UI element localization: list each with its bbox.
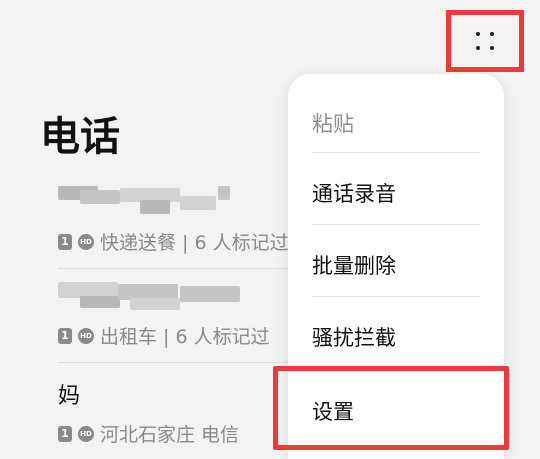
- more-dots-icon: [476, 32, 494, 50]
- menu-item-batch-delete[interactable]: 批量删除: [312, 250, 396, 280]
- list-divider: [58, 362, 290, 363]
- hd-call-icon: HD: [78, 233, 94, 250]
- settings-highlight-box: [273, 366, 509, 450]
- menu-divider: [312, 224, 480, 225]
- menu-item-harassment-block[interactable]: 骚扰拦截: [312, 322, 396, 352]
- menu-divider: [312, 152, 480, 153]
- menu-item-call-recording[interactable]: 通话录音: [312, 178, 396, 208]
- page-title: 电话: [40, 114, 120, 160]
- sim-card-icon: 1: [58, 233, 72, 250]
- contact-name: 妈: [58, 384, 81, 409]
- sim-card-icon: 1: [58, 327, 72, 344]
- menu-divider: [312, 296, 480, 297]
- entry-subtitle: 1 HD 快递送餐 | 6 人标记过: [58, 228, 289, 255]
- entry-description: 河北石家庄 电信: [100, 424, 240, 446]
- more-options-button[interactable]: [446, 10, 524, 72]
- hd-call-icon: HD: [78, 327, 94, 344]
- entry-description: 快递送餐 | 6 人标记过: [100, 232, 289, 254]
- menu-item-paste[interactable]: 粘贴: [312, 108, 354, 138]
- sim-card-icon: 1: [58, 425, 72, 442]
- entry-subtitle: 1 HD 河北石家庄 电信: [58, 420, 239, 447]
- entry-subtitle: 1 HD 出租车 | 6 人标记过: [58, 322, 270, 349]
- hd-call-icon: HD: [78, 425, 94, 442]
- entry-description: 出租车 | 6 人标记过: [100, 326, 270, 348]
- list-divider: [58, 268, 290, 269]
